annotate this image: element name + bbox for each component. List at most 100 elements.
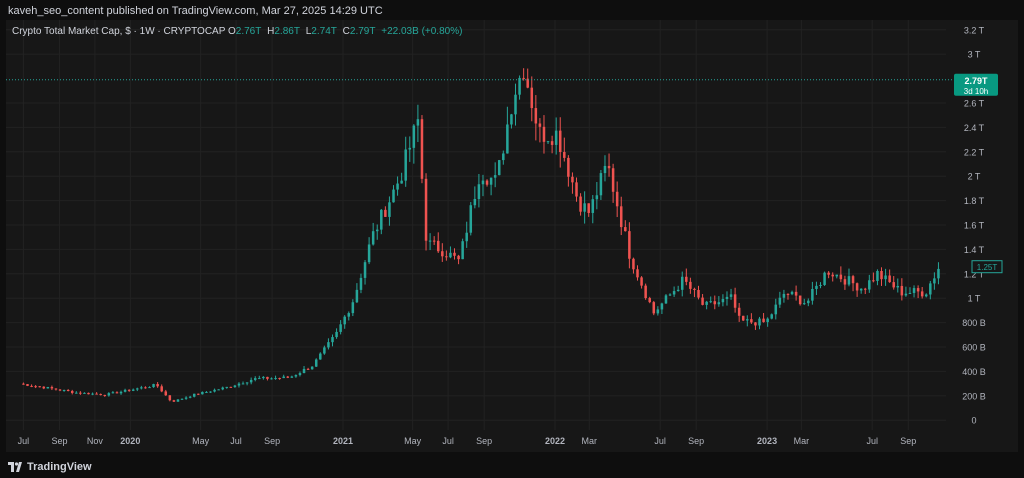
candle-body <box>851 276 855 284</box>
candle-body <box>294 375 298 377</box>
y-tick-label: 1 T <box>968 294 981 304</box>
candle-body <box>628 231 631 259</box>
candle-body <box>22 383 25 385</box>
candle-body <box>778 297 782 305</box>
candle-body <box>58 389 62 391</box>
candle-body <box>233 385 237 388</box>
candle-body <box>469 205 473 233</box>
candle-body <box>237 383 241 386</box>
candle-body <box>912 288 916 293</box>
candle-body <box>607 165 611 169</box>
candle-body <box>136 388 139 390</box>
candle-body <box>835 274 839 277</box>
candle-body <box>880 270 883 280</box>
candle-body <box>689 281 692 289</box>
candle-body <box>522 77 525 79</box>
candle-body <box>798 295 802 305</box>
y-tick-label: 1.8 T <box>964 196 985 206</box>
candle-body <box>542 126 546 142</box>
candle-body <box>672 291 676 295</box>
candle-body <box>916 288 920 292</box>
candle-body <box>766 318 769 323</box>
candle-body <box>217 389 220 391</box>
candle-body <box>701 297 704 305</box>
candle-body <box>449 252 452 258</box>
candle-body <box>384 209 387 217</box>
countdown-value: 3d 10h <box>964 87 988 96</box>
candle-body <box>310 366 314 370</box>
candle-body <box>697 289 700 298</box>
candle-body <box>741 315 745 321</box>
candle-body <box>550 141 554 145</box>
candle-body <box>270 378 273 380</box>
candle-body <box>258 378 261 380</box>
candle-body <box>441 251 444 257</box>
candle-body <box>205 391 208 393</box>
candle-body <box>624 227 627 232</box>
candle-body <box>786 293 790 295</box>
candle-body <box>794 291 798 296</box>
candle-body <box>83 392 86 394</box>
candle-body <box>388 202 391 217</box>
candle-body <box>465 232 468 242</box>
candle-body <box>367 244 371 263</box>
candle-body <box>827 272 830 275</box>
y-tick-label: 3 T <box>968 50 981 60</box>
candle-body <box>453 252 456 256</box>
candle-body <box>253 378 257 380</box>
candle-body <box>668 294 672 296</box>
candle-body <box>863 288 867 290</box>
x-tick-label: Jul <box>442 436 454 446</box>
candle-body <box>164 391 168 396</box>
y-tick-label: 400 B <box>962 367 986 377</box>
candle-body <box>644 285 647 299</box>
candle-body <box>872 280 875 282</box>
low-value: 2.74T <box>311 26 337 37</box>
tradingview-logo-icon[interactable] <box>8 462 22 472</box>
candle-body <box>323 347 326 354</box>
price-chart[interactable]: 0200 B400 B600 B800 B1 T1.2 T1.4 T1.6 T1… <box>0 0 1024 478</box>
y-tick-label: 2.4 T <box>964 123 985 133</box>
x-tick-label: Nov <box>87 436 104 446</box>
candle-body <box>111 392 115 394</box>
candle-body <box>680 276 684 290</box>
candle-body <box>571 176 574 183</box>
candle-body <box>201 391 204 395</box>
candle-body <box>807 300 810 304</box>
candle-body <box>62 389 66 391</box>
candle-body <box>416 119 420 126</box>
x-tick-label: Mar <box>794 436 810 446</box>
y-tick-label: 600 B <box>962 343 986 353</box>
candle-body <box>66 389 70 391</box>
candle-body <box>725 296 729 300</box>
candle-body <box>721 299 725 303</box>
candle-body <box>160 386 163 392</box>
candle-body <box>241 383 245 385</box>
candle-body <box>611 168 615 192</box>
x-tick-label: 2020 <box>120 436 140 446</box>
candle-body <box>103 394 107 396</box>
candle-body <box>595 195 599 200</box>
candle-body <box>26 384 29 386</box>
candle-body <box>518 77 521 95</box>
candle-body <box>908 292 912 294</box>
candle-body <box>510 114 513 125</box>
candle-body <box>445 256 448 258</box>
candle-body <box>591 199 595 213</box>
candle-body <box>355 289 359 303</box>
x-tick-label: May <box>404 436 422 446</box>
candle-body <box>546 141 550 143</box>
candle-body <box>477 184 481 199</box>
candle-body <box>221 387 224 390</box>
y-tick-label: 200 B <box>962 391 986 401</box>
candle-body <box>359 277 363 290</box>
x-tick-label: 2022 <box>545 436 565 446</box>
x-tick-label: Jul <box>866 436 878 446</box>
candle-body <box>327 342 330 348</box>
candle-body <box>176 399 180 402</box>
brand-name[interactable]: TradingView <box>27 461 92 473</box>
candle-body <box>107 393 111 396</box>
candle-body <box>404 149 407 181</box>
candle-body <box>79 392 82 394</box>
candle-body <box>615 191 619 207</box>
